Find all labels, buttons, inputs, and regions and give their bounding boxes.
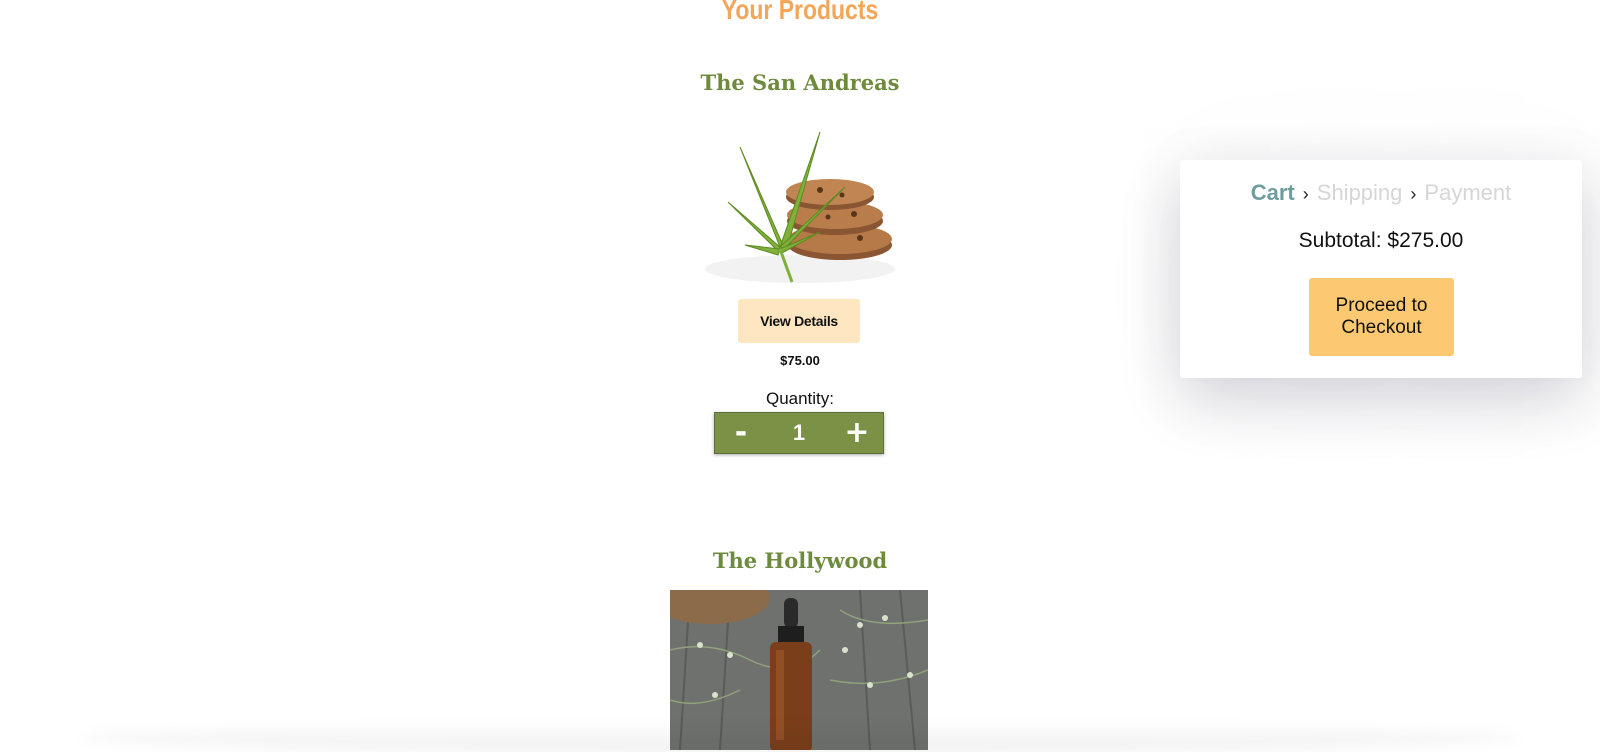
subtotal-label: Subtotal: [1298,229,1382,252]
proceed-to-checkout-button[interactable]: Proceed to Checkout [1309,278,1454,356]
breadcrumb-separator: › [1410,184,1417,204]
increment-button[interactable]: + [831,413,883,453]
quantity-label: Quantity: [765,389,835,408]
product-name: The San Andreas [700,70,900,95]
view-details-button[interactable]: View Details [738,299,860,343]
subtotal: Subtotal: $275.00 [1180,229,1582,253]
quantity-stepper: - 1 + [714,412,884,454]
breadcrumb-shipping[interactable]: Shipping [1317,180,1403,205]
breadcrumb-cart[interactable]: Cart [1251,180,1295,205]
decrement-button[interactable]: - [715,413,767,453]
breadcrumb-payment[interactable]: Payment [1424,180,1511,205]
cart-summary-panel: Cart › Shipping › Payment Subtotal: $275.00 … [1180,160,1582,378]
subtotal-value: $275.00 [1387,229,1464,252]
checkout-breadcrumb: Cart › Shipping › Payment [1180,180,1582,206]
product-name: The Hollywood [712,548,888,573]
product-image-cookies [670,117,928,285]
breadcrumb-separator: › [1302,184,1309,204]
bottom-shadow [80,722,1520,752]
cookies-leaf-illustration [705,131,895,283]
quantity-value[interactable]: 1 [769,420,829,446]
page-title: Your Products [721,0,879,25]
